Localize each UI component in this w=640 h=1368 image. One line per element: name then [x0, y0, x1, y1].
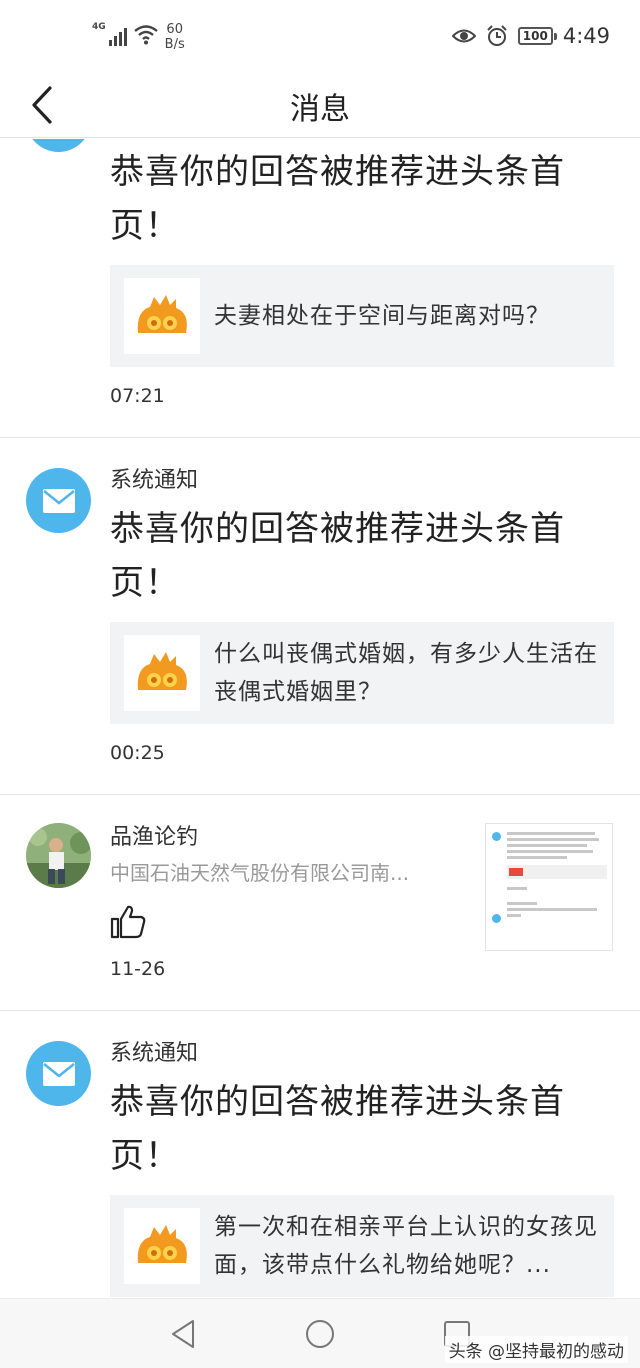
sender-name: 系统通知 — [110, 1041, 199, 1066]
message-item[interactable]: 恭喜你的回答被推荐进头条首 页！ 夫妻相处在于空间与距离对吗？ 07:21 — [0, 139, 640, 438]
mail-icon — [42, 488, 75, 513]
headline-line: 页！ — [110, 563, 180, 603]
net-speed-unit: B/s — [164, 37, 185, 52]
headline-line: 页！ — [110, 1136, 180, 1176]
status-right: 100 4:49 — [451, 24, 610, 48]
question-card[interactable]: 什么叫丧偶式婚姻，有多少人生活在丧偶式婚姻里？ — [110, 622, 614, 724]
question-text: 夫妻相处在于空间与距离对吗？ — [214, 303, 550, 329]
headline-line: 恭喜你的回答被推荐进头条首 — [110, 152, 565, 192]
toutiao-logo — [124, 278, 200, 354]
toutiao-logo — [124, 1208, 200, 1284]
sender-subtitle: 中国石油天然气股份有限公司南... — [110, 861, 410, 885]
question-text: 第一次和在相亲平台上认识的女孩见面，该带点什么礼物给她呢？... — [214, 1214, 598, 1278]
status-time: 4:49 — [562, 24, 610, 48]
thumbs-up-icon — [110, 905, 146, 939]
avatar[interactable] — [26, 823, 91, 888]
system-avatar — [26, 1041, 91, 1106]
message-item[interactable]: 系统通知 恭喜你的回答被推荐进头条首 页！ — [0, 1011, 640, 1297]
title-bar: 消息 — [0, 72, 640, 138]
wifi-icon — [133, 25, 158, 45]
system-avatar — [26, 139, 91, 152]
user-photo — [26, 823, 91, 888]
nav-back-button[interactable] — [166, 1317, 200, 1351]
status-left: 4G 60 B/s — [92, 22, 185, 52]
wukong-logo-icon — [137, 1225, 187, 1263]
battery-icon: 100 — [517, 27, 557, 45]
signal-icon: 4G — [92, 22, 127, 46]
question-card[interactable]: 夫妻相处在于空间与距离对吗？ — [110, 265, 614, 367]
watermark: 头条 @坚持最初的感动 — [444, 1336, 628, 1363]
wukong-logo-icon — [137, 652, 187, 690]
headline-line: 页！ — [110, 206, 180, 246]
message-item[interactable]: 系统通知 恭喜你的回答被推荐进头条首 页！ — [0, 438, 640, 795]
message-headline: 恭喜你的回答被推荐进头条首 页！ — [110, 502, 614, 610]
system-avatar — [26, 468, 91, 533]
message-list[interactable]: 恭喜你的回答被推荐进头条首 页！ 夫妻相处在于空间与距离对吗？ 07:21 系统… — [0, 139, 640, 1297]
question-card[interactable]: 第一次和在相亲平台上认识的女孩见面，该带点什么礼物给她呢？... — [110, 1195, 614, 1297]
message-time: 07:21 — [110, 385, 165, 407]
message-time: 11-26 — [110, 958, 166, 980]
nav-back-icon — [172, 1320, 194, 1348]
answer-preview-thumbnail[interactable] — [485, 823, 613, 951]
message-headline: 恭喜你的回答被推荐进头条首 页！ — [110, 145, 614, 253]
headline-line: 恭喜你的回答被推荐进头条首 — [110, 509, 565, 549]
net-speed: 60 B/s — [165, 22, 185, 52]
mail-icon — [42, 1061, 75, 1086]
headline-line: 恭喜你的回答被推荐进头条首 — [110, 1082, 565, 1122]
alarm-icon — [487, 25, 507, 46]
message-item[interactable]: 品渔论钓 中国石油天然气股份有限公司南... 11-26 — [0, 795, 640, 1011]
message-time: 00:25 — [110, 742, 165, 764]
eye-icon — [451, 29, 476, 43]
question-text: 什么叫丧偶式婚姻，有多少人生活在丧偶式婚姻里？ — [214, 641, 598, 705]
status-bar: 4G 60 B/s 100 4:49 — [0, 0, 640, 72]
network-type: 4G — [92, 22, 106, 32]
nav-home-icon — [306, 1320, 334, 1348]
message-headline: 恭喜你的回答被推荐进头条首 页！ — [110, 1075, 614, 1183]
net-speed-value: 60 — [166, 22, 183, 37]
nav-home-button[interactable] — [303, 1317, 337, 1351]
sender-name: 系统通知 — [110, 468, 199, 493]
wukong-logo-icon — [137, 295, 187, 333]
page-title: 消息 — [290, 92, 350, 127]
toutiao-logo — [124, 635, 200, 711]
